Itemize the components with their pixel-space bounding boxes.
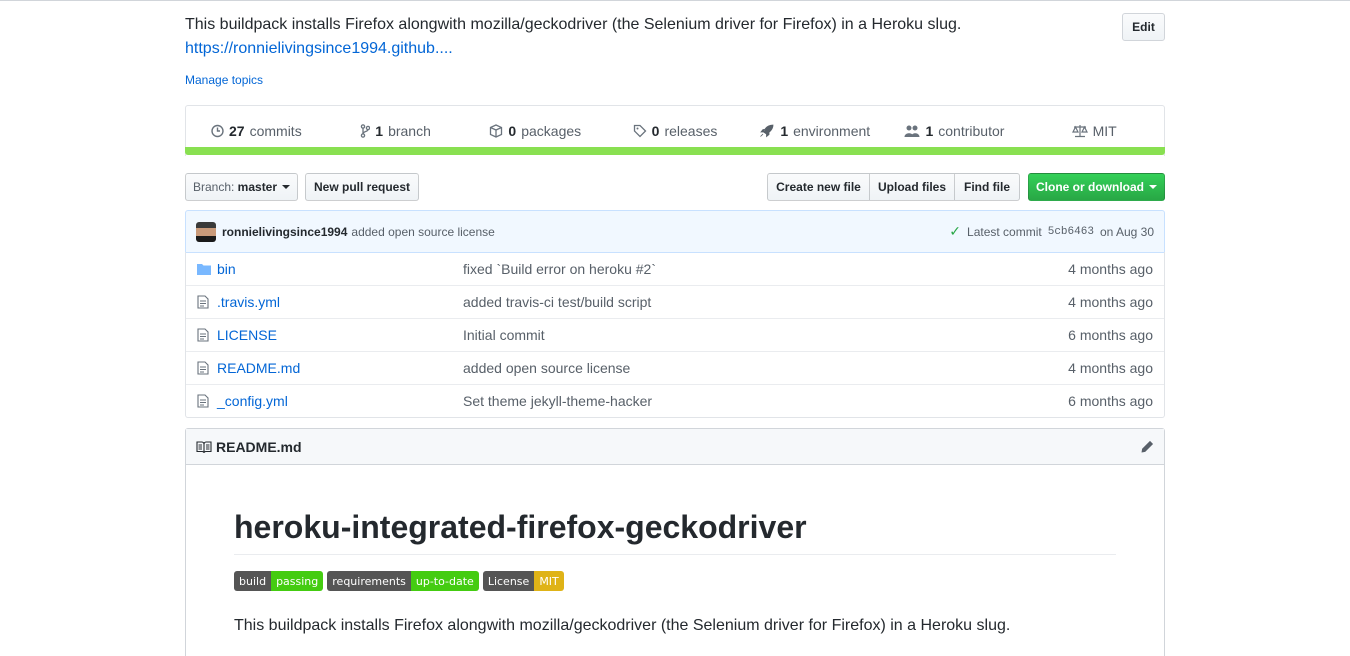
file-row: README.md added open source license 4 mo… [186, 351, 1164, 384]
file-name-link[interactable]: _config.yml [217, 393, 463, 409]
file-commit-message[interactable]: added travis-ci test/build script [463, 294, 1024, 310]
file-row: LICENSE Initial commit 6 months ago [186, 318, 1164, 351]
branch-count: 1 [375, 123, 384, 139]
build-badge[interactable]: build passing [234, 571, 324, 591]
edit-description-button[interactable]: Edit [1122, 13, 1165, 41]
language-bar[interactable] [185, 147, 1165, 155]
file-age: 4 months ago [1068, 294, 1153, 310]
branch-icon [361, 124, 371, 138]
folder-icon [197, 263, 211, 275]
new-pull-request-button[interactable]: New pull request [305, 173, 419, 201]
packages-count: 0 [508, 123, 517, 139]
badge-label: requirements [327, 571, 411, 591]
chevron-down-icon [1149, 185, 1157, 189]
file-age: 6 months ago [1068, 393, 1153, 409]
avatar[interactable] [196, 221, 216, 242]
file-row: bin fixed `Build error on heroku #2` 4 m… [186, 252, 1164, 285]
file-row: .travis.yml added travis-ci test/build s… [186, 285, 1164, 318]
commits-label: commits [249, 123, 302, 139]
readme-panel: README.md heroku-integrated-firefox-geck… [185, 428, 1165, 656]
commit-message[interactable]: added open source license [351, 225, 494, 239]
license-label: MIT [1092, 123, 1117, 139]
clone-or-download-label: Clone or download [1036, 180, 1144, 194]
branch-select-button[interactable]: Branch: master [185, 173, 298, 201]
file-name-link[interactable]: .travis.yml [217, 294, 463, 310]
branch-name: master [237, 180, 278, 194]
badge-label: License [482, 571, 535, 591]
file-age: 6 months ago [1068, 327, 1153, 343]
package-icon [490, 124, 503, 138]
requirements-badge[interactable]: requirements up-to-date [327, 571, 479, 591]
branch-label: branch [388, 123, 431, 139]
packages-label: packages [521, 123, 582, 139]
badge-label: build [234, 571, 272, 591]
readme-header: README.md [186, 429, 1164, 465]
rocket-icon [760, 124, 774, 138]
file-icon [197, 295, 211, 309]
releases-count: 0 [651, 123, 660, 139]
find-file-button[interactable]: Find file [954, 173, 1020, 201]
branch-prefix: Branch: [192, 180, 235, 194]
commits-count: 27 [229, 123, 245, 139]
license-badge[interactable]: License MIT [482, 571, 564, 591]
commit-sha-link[interactable]: 5cb6463 [1048, 226, 1094, 238]
file-commit-message[interactable]: fixed `Build error on heroku #2` [463, 261, 1024, 277]
history-icon [211, 124, 224, 138]
badge-value: passing [271, 571, 324, 591]
file-commit-message[interactable]: Initial commit [463, 327, 1024, 343]
clone-or-download-button[interactable]: Clone or download [1028, 173, 1165, 201]
book-icon [196, 440, 212, 453]
readme-body: This buildpack installs Firefox alongwit… [234, 617, 1011, 634]
file-commit-message[interactable]: added open source license [463, 360, 1024, 376]
readme-filename: README.md [216, 438, 302, 455]
law-icon [1071, 125, 1088, 138]
create-new-file-button[interactable]: Create new file [767, 173, 870, 201]
chevron-down-icon [282, 185, 291, 189]
commit-author-link[interactable]: ronnielivingsince1994 [222, 225, 347, 239]
file-icon [197, 394, 211, 408]
file-row: _config.yml Set theme jekyll-theme-hacke… [186, 384, 1164, 417]
file-commit-message[interactable]: Set theme jekyll-theme-hacker [463, 393, 1024, 409]
file-name-link[interactable]: LICENSE [217, 327, 463, 343]
contributor-label: contributor [938, 123, 1005, 139]
latest-commit-prefix: Latest commit [967, 224, 1042, 239]
commit-date: on Aug 30 [1099, 224, 1154, 239]
readme-badges: build passing requirements up-to-date Lice… [234, 571, 564, 591]
file-icon [197, 328, 211, 342]
readme-title: heroku-integrated-firefox-geckodriver [234, 509, 1116, 555]
file-age: 4 months ago [1068, 260, 1153, 277]
tag-icon [633, 124, 647, 138]
check-icon[interactable]: ✓ [949, 223, 961, 240]
repo-homepage-link[interactable]: https://ronnielivingsince1994.github.... [185, 40, 453, 58]
contributor-count: 1 [925, 123, 934, 139]
people-icon [904, 125, 920, 137]
badge-value: up-to-date [410, 571, 479, 591]
file-name-link[interactable]: README.md [217, 360, 463, 376]
top-border [0, 0, 1350, 1]
badge-value: MIT [534, 571, 564, 591]
environment-count: 1 [780, 123, 789, 139]
repo-description: This buildpack installs Firefox alongwit… [185, 16, 962, 33]
latest-commit-bar: ronnielivingsince1994 added open source … [185, 210, 1165, 253]
file-name-link[interactable]: bin [217, 261, 463, 277]
upload-files-button[interactable]: Upload files [869, 173, 955, 201]
environment-label: environment [793, 123, 871, 139]
file-age: 4 months ago [1068, 360, 1153, 376]
manage-topics-link[interactable]: Manage topics [185, 73, 263, 87]
pencil-icon[interactable] [1140, 440, 1154, 454]
file-icon [197, 361, 211, 375]
file-list: bin fixed `Build error on heroku #2` 4 m… [185, 252, 1165, 418]
releases-label: releases [664, 123, 718, 139]
